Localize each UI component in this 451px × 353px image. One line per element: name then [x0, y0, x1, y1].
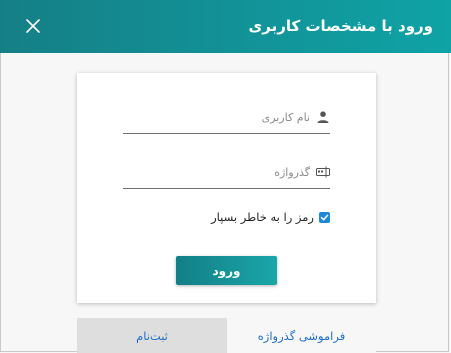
close-button[interactable] [22, 15, 44, 37]
user-icon [316, 109, 330, 123]
check-icon [320, 214, 329, 220]
password-field[interactable] [123, 158, 330, 189]
login-card: رمز را به خاطر بسپار ورود [77, 73, 376, 303]
login-button[interactable]: ورود [176, 256, 277, 285]
tab-register[interactable]: ثبت‌نام [77, 318, 227, 353]
close-icon [26, 19, 40, 33]
remember-me[interactable]: رمز را به خاطر بسپار [211, 209, 330, 225]
username-input[interactable] [125, 106, 310, 128]
dialog-header: ورود با مشخصات کاربری [0, 0, 451, 53]
dialog-title: ورود با مشخصات کاربری [248, 17, 433, 35]
username-field[interactable] [123, 103, 330, 134]
password-input[interactable] [125, 161, 310, 183]
tab-forgot-password[interactable]: فراموشی گذرواژه [227, 318, 376, 353]
remember-checkbox[interactable] [319, 211, 330, 223]
password-icon [316, 164, 330, 178]
remember-label: رمز را به خاطر بسپار [211, 210, 314, 224]
